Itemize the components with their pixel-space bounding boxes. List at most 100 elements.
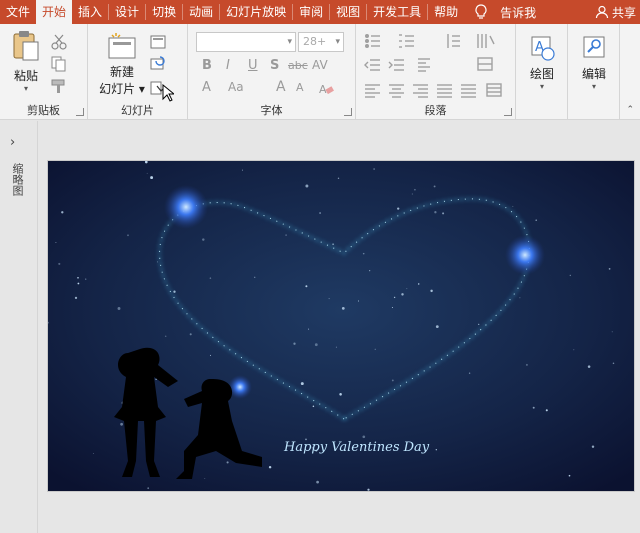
star bbox=[146, 172, 148, 174]
new-slide-label-2: 幻灯片 ▾ bbox=[99, 82, 145, 96]
tab-8[interactable]: 视图 bbox=[330, 0, 366, 24]
star bbox=[305, 184, 309, 188]
star bbox=[127, 234, 129, 237]
thumbnails-label[interactable]: 缩略图 bbox=[9, 163, 25, 196]
clipboard-group: 粘贴 ▾ 剪贴板 bbox=[0, 24, 88, 120]
star bbox=[545, 409, 548, 412]
person-icon bbox=[595, 5, 609, 19]
star bbox=[591, 445, 595, 448]
tab-3[interactable]: 设计 bbox=[109, 0, 145, 24]
font-size-value: 28+ bbox=[303, 35, 327, 48]
slide[interactable]: Happy Valentines Day bbox=[47, 160, 635, 492]
star bbox=[374, 348, 376, 350]
font-color-button[interactable]: A bbox=[202, 80, 211, 95]
font-dialog-launcher[interactable] bbox=[344, 108, 352, 116]
tab-2[interactable]: 插入 bbox=[72, 0, 108, 24]
star bbox=[337, 177, 340, 180]
chevron-down-icon: ▾ bbox=[591, 82, 596, 91]
new-slide-button[interactable]: 新建 幻灯片 ▾ bbox=[96, 32, 148, 97]
drawing-button[interactable]: A 绘图 ▾ bbox=[522, 34, 562, 91]
ribbon: 粘贴 ▾ 剪贴板 新建 幻灯片 ▾ 幻灯片 ▾ 28+ ▾ B I U S ab… bbox=[0, 24, 640, 120]
mouse-cursor-icon bbox=[162, 84, 174, 102]
chevron-down-icon: ▾ bbox=[539, 82, 544, 91]
star bbox=[312, 405, 315, 408]
star bbox=[373, 168, 375, 170]
star bbox=[435, 449, 437, 451]
star bbox=[55, 241, 57, 244]
expand-chevron-icon[interactable]: › bbox=[10, 135, 15, 150]
star bbox=[314, 343, 318, 347]
italic-button[interactable]: I bbox=[226, 58, 230, 73]
tab-1[interactable]: 开始 bbox=[36, 0, 73, 24]
reset-icon[interactable] bbox=[150, 56, 168, 72]
tab-6[interactable]: 幻灯片放映 bbox=[220, 0, 292, 24]
font-group: ▾ 28+ ▾ B I U S abc AV A Aa A A A 字体 bbox=[188, 24, 356, 120]
star bbox=[120, 422, 123, 426]
paste-label: 粘贴 bbox=[13, 69, 38, 83]
star bbox=[401, 293, 404, 296]
star bbox=[339, 393, 342, 396]
slides-group: 新建 幻灯片 ▾ 幻灯片 bbox=[88, 24, 188, 120]
underline-button[interactable]: U bbox=[248, 58, 258, 73]
star bbox=[268, 465, 272, 469]
shadow-button[interactable]: S bbox=[270, 58, 279, 73]
tab-9[interactable]: 开发工具 bbox=[367, 0, 427, 24]
star bbox=[391, 379, 394, 382]
share-button[interactable]: 共享 bbox=[595, 0, 636, 24]
lightbulb-icon bbox=[475, 4, 487, 19]
paragraph-icons[interactable] bbox=[364, 32, 512, 104]
star bbox=[293, 342, 296, 345]
star bbox=[433, 185, 436, 188]
clear-formatting-icon[interactable]: A bbox=[318, 82, 334, 96]
scissors-icon[interactable] bbox=[50, 34, 68, 50]
bold-button[interactable]: B bbox=[202, 58, 212, 73]
increase-font-button[interactable]: A bbox=[276, 79, 286, 95]
tab-7[interactable]: 审阅 bbox=[293, 0, 329, 24]
star bbox=[608, 268, 611, 270]
star bbox=[367, 488, 370, 491]
paste-button[interactable]: 粘贴 ▾ bbox=[6, 30, 46, 93]
character-spacing-button[interactable]: AV bbox=[312, 58, 328, 72]
star bbox=[332, 243, 334, 246]
tell-me-box[interactable]: 告诉我 bbox=[474, 4, 536, 21]
paragraph-dialog-launcher[interactable] bbox=[504, 108, 512, 116]
star bbox=[525, 363, 528, 366]
glow-orb-right bbox=[505, 235, 545, 275]
star bbox=[77, 277, 79, 279]
star bbox=[308, 328, 310, 330]
star bbox=[612, 362, 615, 365]
star bbox=[442, 212, 445, 215]
star bbox=[85, 278, 87, 280]
clipboard-dialog-launcher[interactable] bbox=[76, 108, 84, 116]
format-painter-icon[interactable] bbox=[50, 78, 68, 94]
star bbox=[92, 453, 94, 454]
tab-0[interactable]: 文件 bbox=[0, 0, 36, 24]
bullets-icon bbox=[365, 34, 380, 48]
collapse-ribbon-icon[interactable]: ⌃ bbox=[626, 105, 634, 115]
change-case-button[interactable]: Aa bbox=[228, 80, 244, 94]
ribbon-tab-bar: 文件 开始 插入 设计 切换 动画 幻灯片放映 审阅 视图 开发工具 帮助 告诉我 共享 bbox=[0, 0, 640, 24]
star bbox=[61, 211, 64, 214]
star bbox=[512, 205, 514, 207]
star bbox=[328, 298, 330, 300]
editing-button[interactable]: 编辑 ▾ bbox=[574, 34, 614, 91]
decrease-font-button[interactable]: A bbox=[296, 81, 304, 94]
tab-5[interactable]: 动画 bbox=[183, 0, 219, 24]
font-name-combo[interactable]: ▾ bbox=[196, 32, 296, 52]
layout-icon[interactable] bbox=[150, 34, 168, 50]
copy-icon[interactable] bbox=[50, 56, 68, 72]
editing-group: 编辑 ▾ bbox=[568, 24, 620, 120]
tab-4[interactable]: 切换 bbox=[146, 0, 182, 24]
star bbox=[254, 276, 256, 278]
strikethrough-button[interactable]: abc bbox=[288, 59, 308, 72]
star bbox=[74, 296, 78, 300]
star bbox=[411, 193, 413, 195]
star bbox=[435, 325, 439, 328]
star bbox=[362, 435, 366, 439]
font-size-combo[interactable]: 28+ ▾ bbox=[298, 32, 344, 52]
star bbox=[157, 261, 159, 263]
tab-10[interactable]: 帮助 bbox=[428, 0, 464, 24]
star bbox=[535, 219, 537, 221]
star bbox=[58, 262, 61, 265]
thumbnail-pane: › 缩略图 bbox=[0, 121, 38, 533]
